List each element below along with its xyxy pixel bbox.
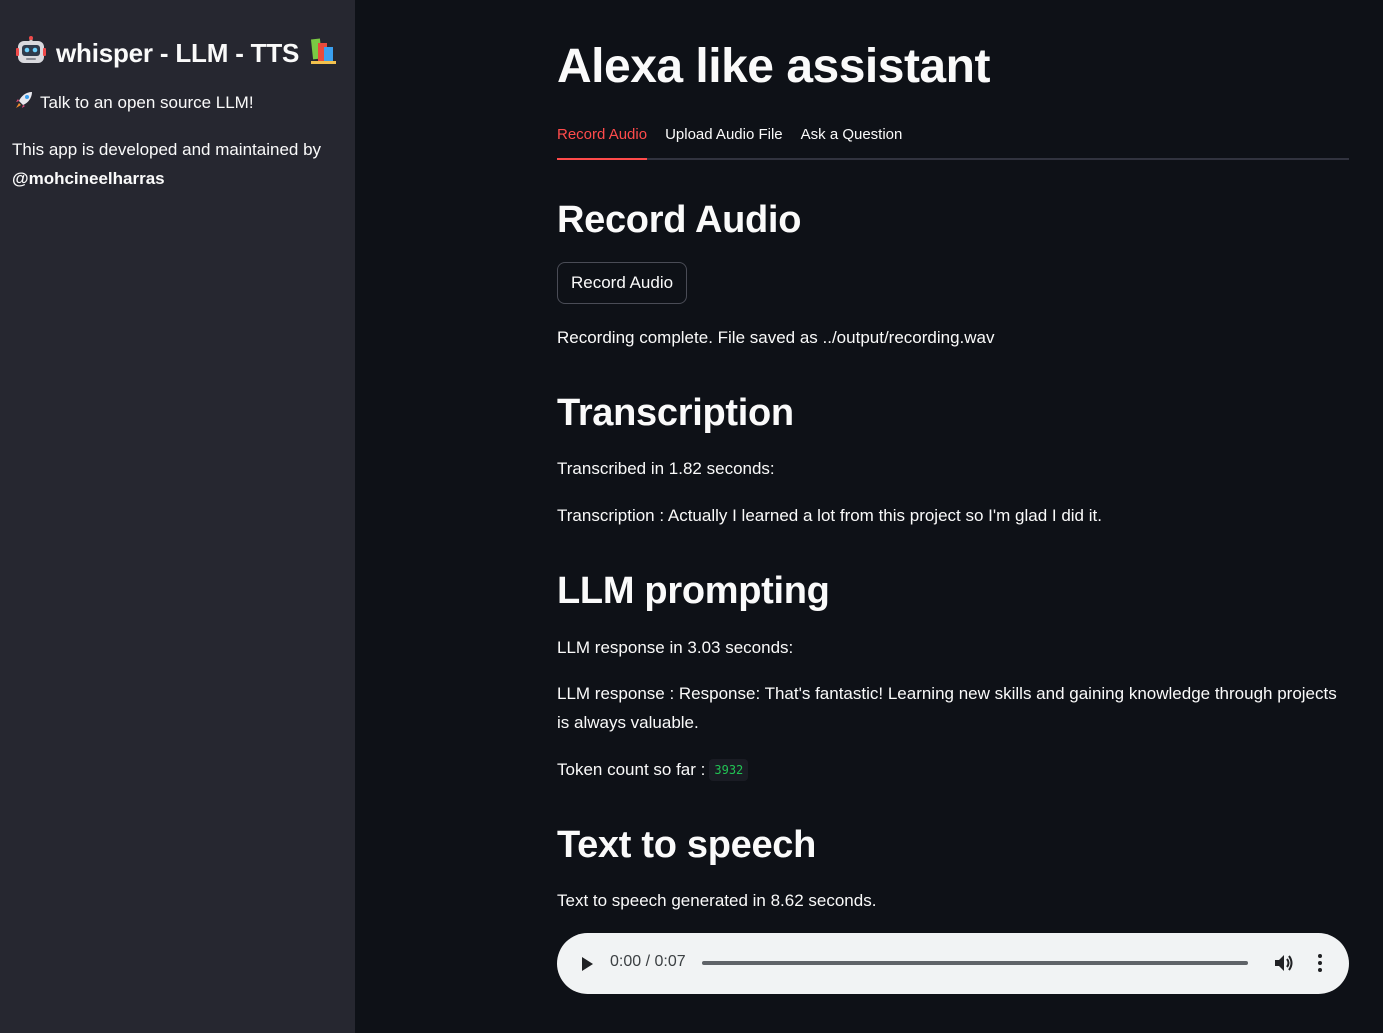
volume-icon[interactable] (1273, 952, 1295, 974)
credit-handle: @mohcineelharras (12, 169, 165, 188)
transcription-heading: Transcription (557, 392, 794, 434)
credit-text: This app is developed and maintained by (12, 140, 322, 159)
sidebar-header: whisper - LLM - TTS (16, 36, 339, 71)
tts-heading: Text to speech (557, 824, 817, 866)
sidebar-tagline: Talk to an open source LLM! (14, 90, 254, 115)
tts-timing: Text to speech generated in 8.62 seconds… (557, 891, 877, 910)
tab-upload-audio-file[interactable]: Upload Audio File (665, 122, 783, 158)
sidebar-credit: This app is developed and maintained by … (12, 135, 342, 193)
record-audio-heading: Record Audio (557, 199, 802, 241)
recording-status: Recording complete. File saved as ../out… (557, 328, 995, 347)
audio-progress-track[interactable] (702, 961, 1248, 965)
llm-timing: LLM response in 3.03 seconds: (557, 638, 794, 657)
rocket-icon (14, 90, 34, 115)
audio-player: 0:00 / 0:07 (557, 933, 1349, 994)
llm-response: LLM response : Response: That's fantasti… (557, 684, 1337, 732)
page-title: Alexa like assistant (557, 40, 990, 93)
play-icon[interactable] (579, 955, 595, 973)
sidebar: whisper - LLM - TTS Talk to an open sour… (0, 0, 355, 1033)
transcription-text: Transcription : Actually I learned a lot… (557, 506, 1102, 525)
transcription-timing: Transcribed in 1.82 seconds: (557, 459, 775, 478)
llm-prompting-heading: LLM prompting (557, 570, 830, 612)
tab-ask-a-question[interactable]: Ask a Question (801, 122, 903, 158)
app-root: whisper - LLM - TTS Talk to an open sour… (0, 0, 1383, 1033)
robot-icon (16, 36, 46, 71)
token-count-label: Token count so far : (557, 760, 706, 779)
tab-bar: Record Audio Upload Audio File Ask a Que… (557, 122, 1349, 160)
main-content: Alexa like assistant Record Audio Upload… (557, 0, 1349, 1033)
more-vert-icon[interactable] (1311, 952, 1329, 974)
sidebar-tagline-text: Talk to an open source LLM! (40, 92, 254, 112)
tab-record-audio[interactable]: Record Audio (557, 122, 648, 160)
token-count-value: 3932 (709, 759, 749, 781)
token-count-line: Token count so far :3932 (557, 755, 1349, 784)
record-audio-button[interactable]: Record Audio (557, 262, 688, 304)
audio-time: 0:00 / 0:07 (610, 953, 686, 970)
books-icon (309, 37, 339, 70)
sidebar-title: whisper - LLM - TTS (56, 38, 300, 68)
